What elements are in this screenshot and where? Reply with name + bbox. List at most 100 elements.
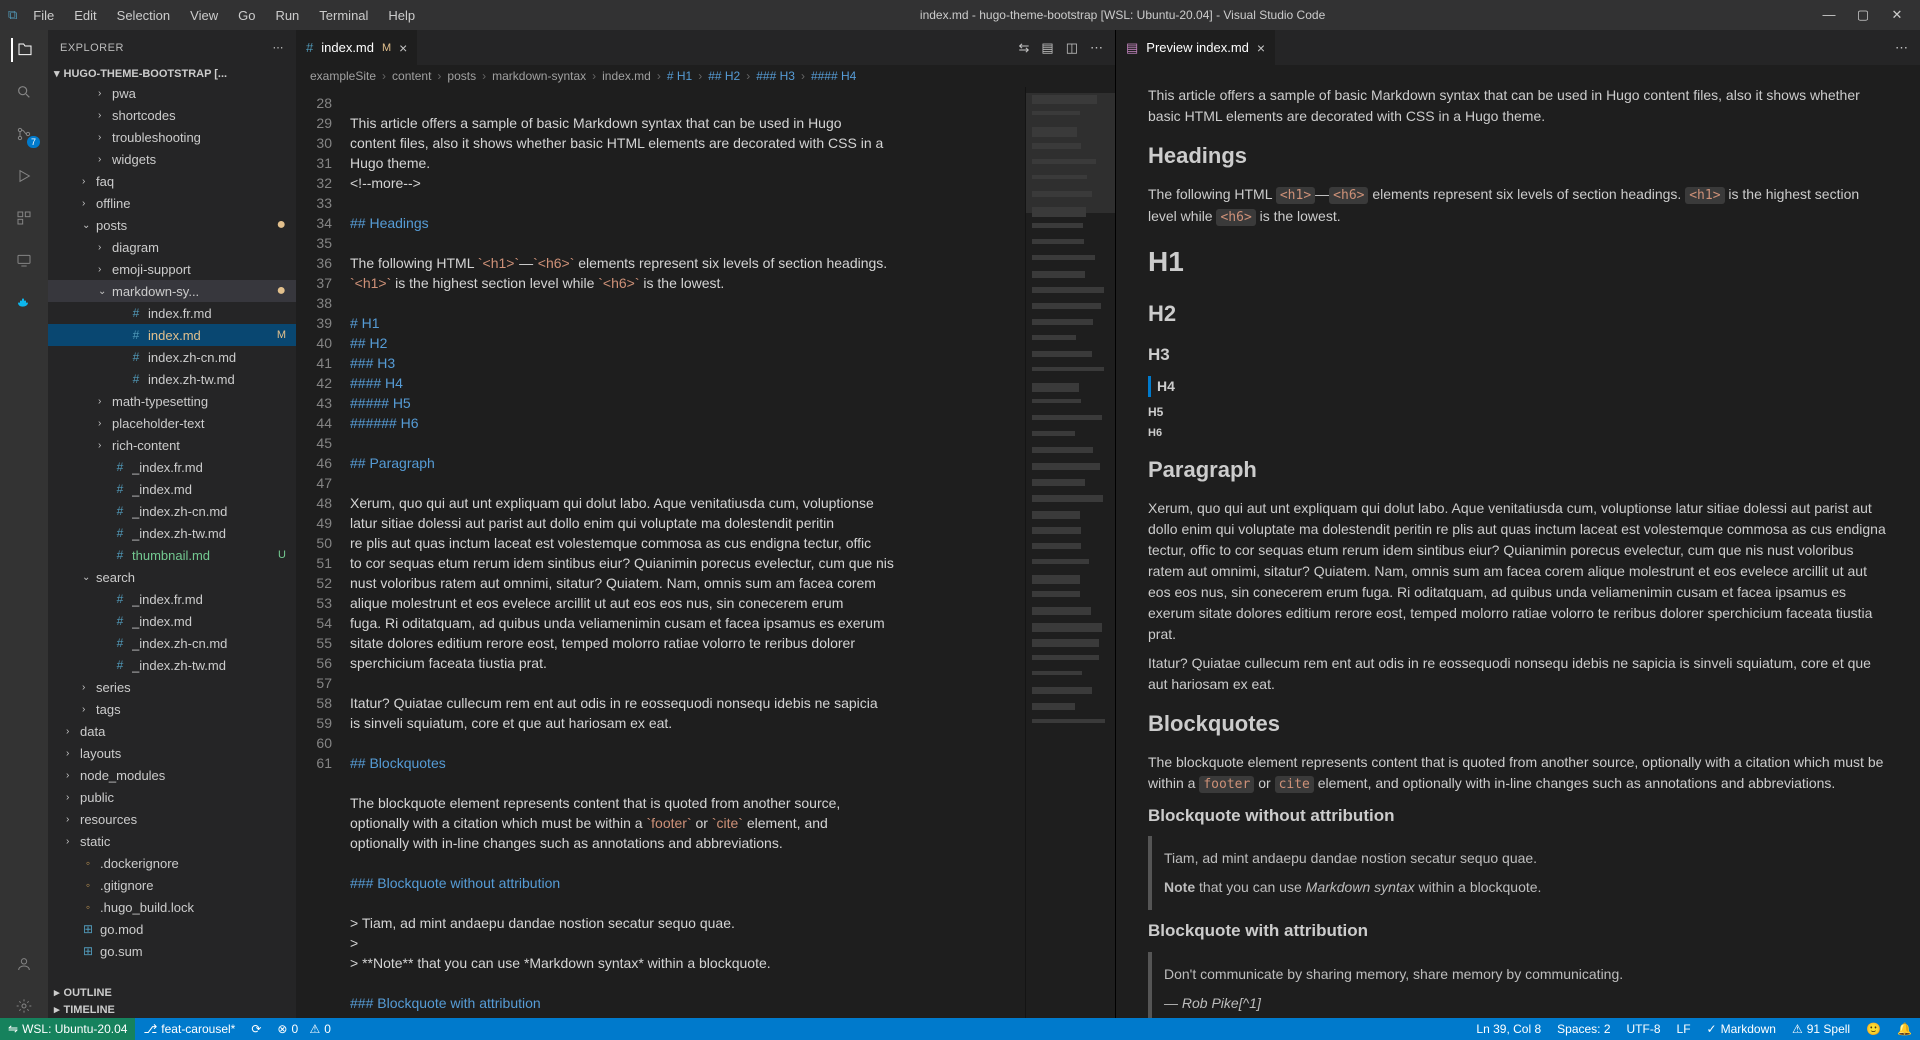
tab-index-md[interactable]: # index.md M × (296, 30, 418, 65)
tree-item[interactable]: ◦.dockerignore (48, 852, 296, 874)
status-problems[interactable]: ⊗0 ⚠0 (269, 1022, 339, 1036)
tree-item[interactable]: ›diagram (48, 236, 296, 258)
docker-icon[interactable] (12, 290, 36, 314)
tree-item[interactable]: ›math-typesetting (48, 390, 296, 412)
open-changes-icon[interactable]: ⇆ (1019, 40, 1030, 56)
tree-item[interactable]: #index.zh-tw.md (48, 368, 296, 390)
tree-item[interactable]: ›pwa (48, 82, 296, 104)
tab-preview[interactable]: ▤ Preview index.md × (1116, 30, 1276, 65)
menu-run[interactable]: Run (267, 4, 307, 27)
tree-item[interactable]: #index.zh-cn.md (48, 346, 296, 368)
search-icon[interactable] (12, 80, 36, 104)
tree-item[interactable]: ◦.hugo_build.lock (48, 896, 296, 918)
breadcrumb-item[interactable]: content (392, 69, 431, 83)
status-cursor[interactable]: Ln 39, Col 8 (1468, 1022, 1549, 1036)
menu-file[interactable]: File (25, 4, 62, 27)
status-notifications[interactable]: 🔔 (1889, 1022, 1920, 1036)
tree-item[interactable]: ›placeholder-text (48, 412, 296, 434)
menu-go[interactable]: Go (230, 4, 263, 27)
menu-help[interactable]: Help (380, 4, 423, 27)
breadcrumb-item[interactable]: ## H2 (708, 69, 740, 83)
status-spell[interactable]: ⚠91 Spell (1784, 1022, 1858, 1036)
breadcrumb-item[interactable]: # H1 (667, 69, 692, 83)
file-tree[interactable]: ›pwa›shortcodes›troubleshooting›widgets›… (48, 82, 296, 984)
minimize-icon[interactable]: ― (1822, 7, 1836, 23)
tree-item[interactable]: #_index.zh-cn.md (48, 632, 296, 654)
tree-item[interactable]: ⊞go.mod (48, 918, 296, 940)
markdown-preview[interactable]: This article offers a sample of basic Ma… (1116, 65, 1920, 1018)
status-sync[interactable]: ⟳ (243, 1022, 269, 1036)
breadcrumb-item[interactable]: posts (447, 69, 476, 83)
tree-item[interactable]: ⌄markdown-sy...● (48, 280, 296, 302)
tree-item[interactable]: ›emoji-support (48, 258, 296, 280)
tree-item[interactable]: #index.mdM (48, 324, 296, 346)
chevron-down-icon: ▾ (54, 67, 60, 80)
tree-item[interactable]: ›node_modules (48, 764, 296, 786)
status-language[interactable]: ✓Markdown (1699, 1022, 1784, 1036)
status-eol[interactable]: LF (1669, 1022, 1699, 1036)
tree-item[interactable]: #thumbnail.mdU (48, 544, 296, 566)
more-actions-icon[interactable]: ⋯ (1090, 40, 1103, 56)
menu-selection[interactable]: Selection (109, 4, 178, 27)
tree-item[interactable]: ›data (48, 720, 296, 742)
breadcrumb-item[interactable]: exampleSite (310, 69, 376, 83)
menu-terminal[interactable]: Terminal (311, 4, 376, 27)
tab-close-icon[interactable]: × (399, 40, 407, 56)
tree-item[interactable]: #_index.md (48, 610, 296, 632)
tree-item[interactable]: ›public (48, 786, 296, 808)
tree-item[interactable]: ◦.gitignore (48, 874, 296, 896)
minimap[interactable] (1025, 87, 1115, 1018)
tree-item[interactable]: #_index.fr.md (48, 588, 296, 610)
tree-item[interactable]: #_index.zh-tw.md (48, 654, 296, 676)
explorer-icon[interactable] (11, 38, 35, 62)
preview-side-icon[interactable]: ▤ (1041, 40, 1053, 56)
tree-item[interactable]: #_index.zh-cn.md (48, 500, 296, 522)
close-icon[interactable]: ✕ (1890, 7, 1904, 23)
tree-item[interactable]: #_index.zh-tw.md (48, 522, 296, 544)
settings-icon[interactable] (12, 994, 36, 1018)
account-icon[interactable] (12, 952, 36, 976)
extensions-icon[interactable] (12, 206, 36, 230)
tab-close-icon[interactable]: × (1257, 40, 1265, 56)
tree-item[interactable]: ›troubleshooting (48, 126, 296, 148)
tree-item[interactable]: ›layouts (48, 742, 296, 764)
timeline-section[interactable]: ▸TIMELINE (48, 1001, 296, 1018)
menu-view[interactable]: View (182, 4, 226, 27)
breadcrumb-item[interactable]: #### H4 (811, 69, 856, 83)
workspace-root[interactable]: ▾ HUGO-THEME-BOOTSTRAP [... (48, 65, 296, 82)
remote-explorer-icon[interactable] (12, 248, 36, 272)
tree-item[interactable]: ⌄search (48, 566, 296, 588)
status-indent[interactable]: Spaces: 2 (1549, 1022, 1618, 1036)
tree-item[interactable]: #_index.fr.md (48, 456, 296, 478)
maximize-icon[interactable]: ▢ (1856, 7, 1870, 23)
scm-icon[interactable]: 7 (12, 122, 36, 146)
tree-item[interactable]: #index.fr.md (48, 302, 296, 324)
tree-item[interactable]: ›widgets (48, 148, 296, 170)
status-feedback[interactable]: 🙂 (1858, 1022, 1889, 1036)
tree-item[interactable]: ⌄posts● (48, 214, 296, 236)
outline-section[interactable]: ▸OUTLINE (48, 984, 296, 1001)
tree-item[interactable]: ›offline (48, 192, 296, 214)
tree-item[interactable]: ⊞go.sum (48, 940, 296, 962)
debug-icon[interactable] (12, 164, 36, 188)
code-editor[interactable]: This article offers a sample of basic Ma… (346, 87, 1025, 1018)
tree-item[interactable]: ›faq (48, 170, 296, 192)
breadcrumb-item[interactable]: ### H3 (756, 69, 795, 83)
tree-item[interactable]: ›resources (48, 808, 296, 830)
breadcrumb[interactable]: exampleSite›content›posts›markdown-synta… (296, 65, 1115, 87)
status-encoding[interactable]: UTF-8 (1619, 1022, 1669, 1036)
split-editor-icon[interactable]: ◫ (1066, 40, 1078, 56)
tree-item[interactable]: ›shortcodes (48, 104, 296, 126)
menu-edit[interactable]: Edit (66, 4, 104, 27)
breadcrumb-item[interactable]: markdown-syntax (492, 69, 586, 83)
tree-item[interactable]: ›rich-content (48, 434, 296, 456)
tree-item[interactable]: #_index.md (48, 478, 296, 500)
tree-item[interactable]: ›series (48, 676, 296, 698)
more-icon[interactable]: ⋯ (273, 41, 285, 54)
tree-item[interactable]: ›tags (48, 698, 296, 720)
tree-item[interactable]: ›static (48, 830, 296, 852)
status-remote[interactable]: ⇋WSL: Ubuntu-20.04 (0, 1018, 135, 1040)
breadcrumb-item[interactable]: index.md (602, 69, 651, 83)
status-branch[interactable]: ⎇feat-carousel* (135, 1022, 243, 1036)
more-actions-icon[interactable]: ⋯ (1895, 40, 1908, 56)
